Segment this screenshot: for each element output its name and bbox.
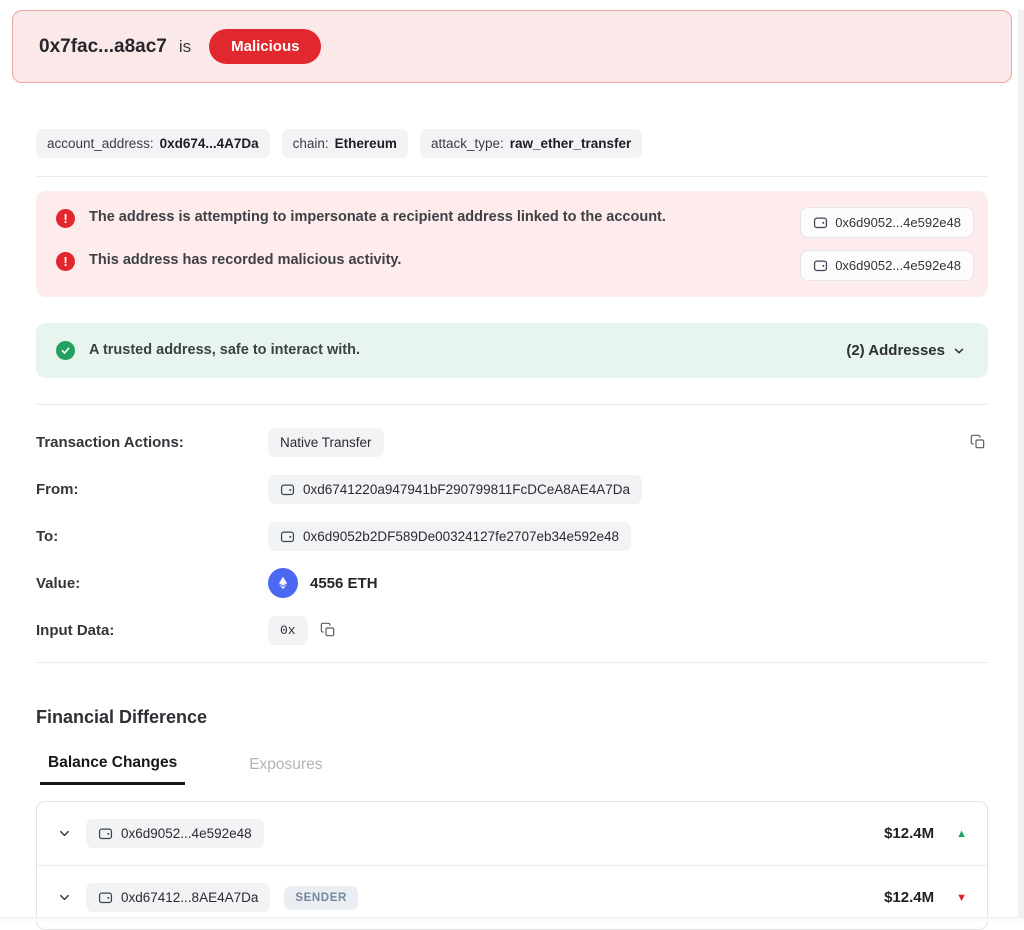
transaction-actions-row: Transaction Actions: Native Transfer (36, 427, 988, 457)
divider (36, 662, 988, 663)
divider (36, 404, 988, 405)
alert-address-text: 0x6d9052...4e592e48 (835, 215, 961, 230)
chevron-down-icon[interactable] (57, 890, 72, 905)
chevron-down-icon (952, 344, 966, 358)
input-data-chip: 0x (268, 616, 308, 645)
balance-address-chip[interactable]: 0xd67412...8AE4A7Da (86, 883, 270, 912)
alert-address-chip[interactable]: 0x6d9052...4e592e48 (800, 250, 974, 281)
divider (36, 176, 988, 177)
to-address-text: 0x6d9052b2DF589De00324127fe2707eb34e592e… (303, 529, 619, 544)
meta-chip-value: raw_ether_transfer (510, 136, 632, 151)
addresses-dropdown-toggle[interactable]: (2) Addresses (846, 342, 966, 359)
alert-item: ! This address has recorded malicious ac… (56, 250, 974, 281)
balance-address-text: 0x6d9052...4e592e48 (121, 826, 252, 841)
wallet-icon (813, 258, 828, 273)
balance-address-text: 0xd67412...8AE4A7Da (121, 890, 258, 905)
alert-text: The address is attempting to impersonate… (89, 207, 666, 228)
chevron-down-icon[interactable] (57, 826, 72, 841)
addresses-count-label: (2) Addresses (846, 342, 945, 359)
malicious-alert-box: ! The address is attempting to impersona… (36, 191, 988, 297)
input-data-row: Input Data: 0x (36, 615, 988, 645)
meta-chip-attack-type: attack_type: raw_ether_transfer (420, 129, 642, 158)
tab-exposures[interactable]: Exposures (241, 754, 330, 785)
from-label: From: (36, 481, 268, 498)
meta-chip-value: Ethereum (335, 136, 397, 151)
page-edge (0, 917, 1024, 921)
scanned-address: 0x7fac...a8ac7 (39, 36, 167, 58)
ethereum-icon (268, 568, 298, 598)
to-row: To: 0x6d9052b2DF589De00324127fe2707eb34e… (36, 521, 988, 551)
value-row: Value: 4556 ETH (36, 568, 988, 598)
transaction-actions-label: Transaction Actions: (36, 434, 268, 451)
check-icon (56, 341, 75, 360)
verdict-badge: Malicious (209, 29, 321, 64)
page-edge (1018, 10, 1024, 921)
copy-icon[interactable] (318, 620, 338, 640)
balance-amount: $12.4M (884, 825, 934, 842)
financial-tabs: Balance Changes Exposures (36, 754, 988, 785)
wallet-icon (280, 482, 295, 497)
from-address-chip[interactable]: 0xd6741220a947941bF290799811FcDCeA8AE4A7… (268, 475, 642, 504)
from-row: From: 0xd6741220a947941bF290799811FcDCeA… (36, 474, 988, 504)
financial-difference-title: Financial Difference (36, 707, 988, 728)
trusted-alert-box: A trusted address, safe to interact with… (36, 323, 988, 378)
from-address-text: 0xd6741220a947941bF290799811FcDCeA8AE4A7… (303, 482, 630, 497)
wallet-icon (98, 826, 113, 841)
transaction-action-chip: Native Transfer (268, 428, 384, 457)
wallet-icon (98, 890, 113, 905)
balance-address-chip[interactable]: 0x6d9052...4e592e48 (86, 819, 264, 848)
wallet-icon (280, 529, 295, 544)
decrease-icon: ▼ (956, 892, 967, 904)
to-address-chip[interactable]: 0x6d9052b2DF589De00324127fe2707eb34e592e… (268, 522, 631, 551)
banner-connector: is (179, 37, 191, 57)
alert-address-chip[interactable]: 0x6d9052...4e592e48 (800, 207, 974, 238)
to-label: To: (36, 528, 268, 545)
alert-exclamation-icon: ! (56, 252, 75, 271)
meta-chip-row: account_address: 0xd674...4A7Da chain: E… (36, 129, 988, 158)
meta-chip-label: chain: (293, 136, 329, 151)
input-data-label: Input Data: (36, 622, 268, 639)
tab-balance-changes[interactable]: Balance Changes (40, 754, 185, 785)
value-label: Value: (36, 575, 268, 592)
eth-amount: 4556 ETH (310, 575, 378, 592)
balance-row[interactable]: 0x6d9052...4e592e48 $12.4M ▲ (37, 802, 987, 865)
meta-chip-chain: chain: Ethereum (282, 129, 408, 158)
alert-exclamation-icon: ! (56, 209, 75, 228)
alert-text: This address has recorded malicious acti… (89, 250, 401, 271)
alert-item: ! The address is attempting to impersona… (56, 207, 974, 238)
balance-amount: $12.4M (884, 889, 934, 906)
transaction-details: Transaction Actions: Native Transfer Fro… (36, 427, 988, 645)
meta-chip-account-address: account_address: 0xd674...4A7Da (36, 129, 270, 158)
verdict-banner: 0x7fac...a8ac7 is Malicious (12, 10, 1012, 83)
sender-badge: SENDER (284, 886, 358, 910)
meta-chip-value: 0xd674...4A7Da (160, 136, 259, 151)
meta-chip-label: attack_type: (431, 136, 504, 151)
meta-chip-label: account_address: (47, 136, 154, 151)
increase-icon: ▲ (956, 828, 967, 840)
copy-icon[interactable] (968, 432, 988, 452)
trusted-text: A trusted address, safe to interact with… (89, 340, 360, 361)
alert-address-text: 0x6d9052...4e592e48 (835, 258, 961, 273)
wallet-icon (813, 215, 828, 230)
